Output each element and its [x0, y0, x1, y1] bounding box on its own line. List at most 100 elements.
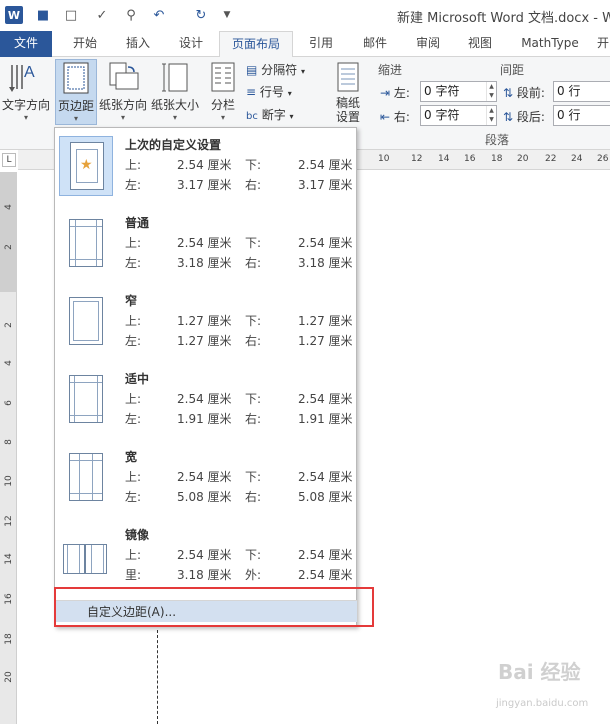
- bottom-value: 2.54 厘米: [298, 392, 353, 406]
- title-bar: W ■ □ ✓ ⚲ ↶ ↻ ▼ 新建 Microsoft Word 文档.doc…: [0, 0, 610, 31]
- text-direction-button[interactable]: A 文字方向 ▾: [2, 59, 50, 123]
- customize-qat-icon[interactable]: ▼: [218, 6, 236, 24]
- top-label: 上:: [125, 158, 142, 172]
- vruler-number: 10: [4, 475, 14, 487]
- left-value: 5.08 厘米: [177, 490, 232, 504]
- tab-mailings[interactable]: 邮件: [352, 31, 398, 57]
- tab-developer[interactable]: 开: [593, 31, 610, 57]
- columns-button[interactable]: 分栏 ▾: [206, 59, 240, 123]
- spacing-before-input[interactable]: 0 行: [553, 81, 610, 102]
- text-direction-icon: A: [2, 59, 50, 93]
- tab-insert[interactable]: 插入: [115, 31, 161, 57]
- size-label: 纸张大小: [150, 98, 199, 112]
- indent-left-icon: ⇥: [380, 86, 391, 100]
- svg-text:A: A: [24, 64, 35, 81]
- indent-right-text: 右:: [393, 110, 410, 124]
- margin-preset-wide[interactable]: 宽 上: 2.54 厘米 下: 2.54 厘米 左: 5.08 厘米 右: 5.…: [55, 442, 356, 520]
- spacing-before-icon: ⇅: [503, 86, 514, 100]
- chevron-down-icon: ▾: [289, 112, 294, 121]
- margin-preset-narrow[interactable]: 窄 上: 1.27 厘米 下: 1.27 厘米 左: 1.27 厘米 右: 1.…: [55, 286, 356, 364]
- margin-preview-thumbnail: [59, 526, 113, 586]
- breaks-button[interactable]: ▤ 分隔符 ▾: [246, 61, 305, 78]
- right-label: 右:: [245, 178, 262, 192]
- margin-preview-thumbnail: [59, 292, 113, 352]
- word-logo-icon: W: [5, 6, 23, 24]
- page-icon-left: [63, 544, 85, 574]
- margins-button[interactable]: 页边距 ▾: [55, 59, 97, 125]
- margin-preset-name: 适中: [125, 372, 150, 386]
- margin-preview-thumbnail: [59, 214, 113, 274]
- tab-home[interactable]: 开始: [60, 31, 110, 57]
- redo-icon[interactable]: ↻: [192, 6, 210, 24]
- bottom-value: 1.27 厘米: [298, 314, 353, 328]
- print-preview-icon[interactable]: ⚲: [122, 6, 140, 24]
- vruler-number: 20: [4, 671, 14, 683]
- baidu-watermark-url: jingyan.baidu.com: [496, 698, 589, 709]
- margin-preset-normal[interactable]: 普通 上: 2.54 厘米 下: 2.54 厘米 左: 3.18 厘米 右: 3…: [55, 208, 356, 286]
- spacing-after-value: 0 行: [557, 108, 581, 122]
- margin-preset-name: 宽: [125, 450, 138, 464]
- spacing-after-label: ⇅ 段后:: [503, 108, 545, 125]
- baidu-watermark: Bai 经验: [498, 660, 581, 684]
- right-value: 5.08 厘米: [298, 490, 353, 504]
- margin-preview-thumbnail: ★: [59, 136, 113, 196]
- paper-size-icon: [150, 59, 200, 93]
- margins-icon: [56, 60, 96, 94]
- tab-view[interactable]: 视图: [457, 31, 503, 57]
- left-label: 左:: [125, 412, 142, 426]
- manuscript-icon: [330, 59, 366, 93]
- tab-references[interactable]: 引用: [298, 31, 344, 57]
- ruler-margin-shade: [0, 172, 16, 292]
- undo-icon[interactable]: ↶: [150, 6, 168, 24]
- margin-preset-last-custom[interactable]: ★ 上次的自定义设置 上: 2.54 厘米 下: 2.54 厘米 左: 3.17…: [55, 130, 356, 208]
- line-numbers-label: 行号: [259, 85, 284, 99]
- vruler-number: 2: [4, 244, 14, 250]
- line-numbers-button[interactable]: ≡ 行号 ▾: [246, 83, 292, 100]
- ruler-number: 22: [545, 154, 557, 164]
- spacing-after-icon: ⇅: [503, 110, 514, 124]
- left-value: 3.17 厘米: [177, 178, 232, 192]
- top-value: 2.54 厘米: [177, 158, 232, 172]
- tab-mathtype[interactable]: MathType: [512, 31, 588, 57]
- bottom-value: 2.54 厘米: [298, 470, 353, 484]
- spacing-before-value: 0 行: [557, 84, 581, 98]
- bottom-label: 下:: [245, 158, 262, 172]
- chevron-down-icon: ▾: [73, 114, 78, 123]
- margin-preset-moderate[interactable]: 适中 上: 2.54 厘米 下: 2.54 厘米 左: 1.91 厘米 右: 1…: [55, 364, 356, 442]
- tab-page-layout[interactable]: 页面布局: [219, 31, 293, 58]
- spinner-icon[interactable]: ▲ ▼: [486, 106, 496, 125]
- page-icon: ★: [70, 142, 104, 190]
- tab-review[interactable]: 审阅: [405, 31, 451, 57]
- spinner-icon[interactable]: ▲ ▼: [486, 82, 496, 101]
- top-value: 2.54 厘米: [177, 470, 232, 484]
- tab-selector[interactable]: L: [2, 153, 16, 167]
- chevron-down-icon: ▾: [120, 113, 125, 122]
- top-value: 1.27 厘米: [177, 314, 232, 328]
- margin-preview-thumbnail: [59, 448, 113, 508]
- outside-value: 2.54 厘米: [298, 568, 353, 582]
- save-icon[interactable]: ■: [34, 6, 52, 24]
- inside-label: 里:: [125, 568, 142, 582]
- right-value: 3.18 厘米: [298, 256, 353, 270]
- chevron-down-icon: ▾: [172, 113, 177, 122]
- spelling-icon[interactable]: ✓: [93, 6, 111, 24]
- new-doc-icon[interactable]: □: [62, 6, 80, 24]
- bottom-label: 下:: [245, 470, 262, 484]
- spacing-after-input[interactable]: 0 行: [553, 105, 610, 126]
- size-button[interactable]: 纸张大小 ▾: [150, 59, 200, 123]
- inside-value: 3.18 厘米: [177, 568, 232, 582]
- annotation-highlight-box: [54, 587, 374, 627]
- vruler-number: 16: [4, 593, 14, 605]
- indent-right-input[interactable]: 0 字符 ▲ ▼: [420, 105, 497, 126]
- text-direction-label: 文字方向: [2, 98, 51, 112]
- margin-preset-name: 上次的自定义设置: [125, 138, 222, 152]
- columns-icon: [206, 59, 240, 93]
- manuscript-settings-button[interactable]: 稿纸 设置: [330, 59, 366, 124]
- tab-file[interactable]: 文件: [0, 31, 52, 57]
- hyphenation-button[interactable]: bc 断字 ▾: [246, 106, 294, 123]
- top-label: 上:: [125, 470, 142, 484]
- top-value: 2.54 厘米: [177, 392, 232, 406]
- indent-left-input[interactable]: 0 字符 ▲ ▼: [420, 81, 497, 102]
- tab-design[interactable]: 设计: [168, 31, 214, 57]
- orientation-button[interactable]: 纸张方向 ▾: [98, 59, 148, 123]
